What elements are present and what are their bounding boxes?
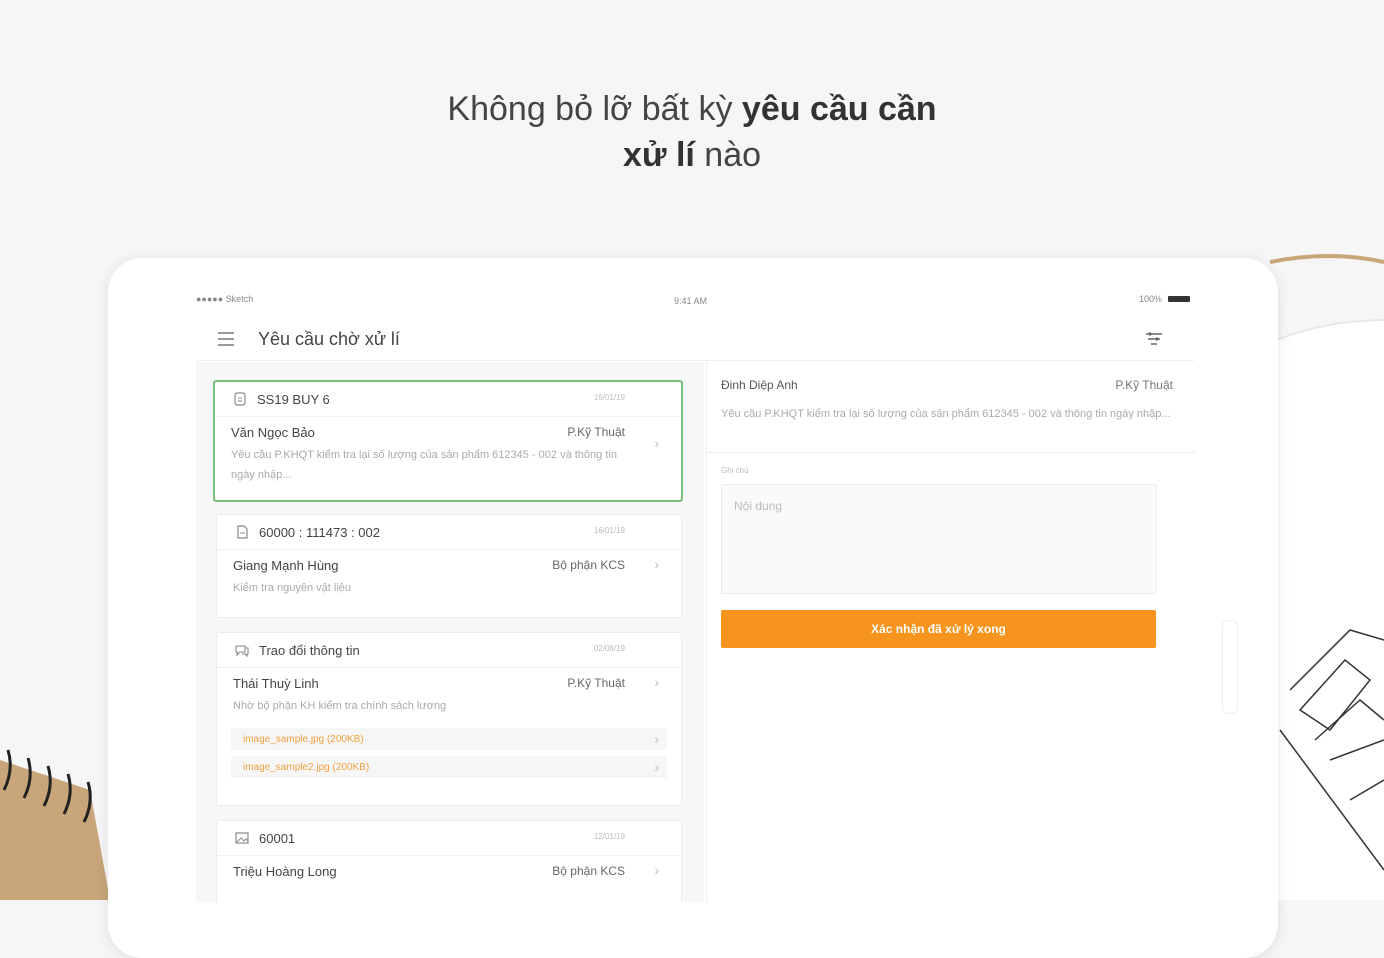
request-description: Yêu cầu P.KHQT kiểm tra lại số lượng của…	[231, 449, 617, 481]
divider	[707, 452, 1195, 453]
file-icon	[237, 525, 248, 539]
request-description: Nhờ bộ phận KH kiểm tra chính sách lương	[233, 700, 447, 712]
attachment-item[interactable]: image_sample.jpg (200KB) ›	[231, 728, 667, 750]
headline-bold: xử lí	[622, 136, 695, 174]
request-code: 60000 : 111473 : 002	[259, 525, 380, 540]
request-detail: Đinh Diệp Anh P.Kỹ Thuật Yêu cầu P.KHQT …	[706, 362, 1195, 902]
chevron-right-icon: ›	[654, 862, 659, 878]
headline-bold: yêu cầu cần	[741, 90, 937, 128]
battery-status: 100%	[1139, 294, 1190, 304]
battery-percent: 100%	[1138, 294, 1162, 304]
card-header: Trao đổi thông tin 02/08/19	[217, 633, 681, 668]
request-card[interactable]: Trao đổi thông tin 02/08/19 Thái Thuỳ Li…	[216, 632, 682, 806]
headline: Không bỏ lỡ bất kỳ yêu cầu cần xử lí nào	[0, 86, 1384, 178]
image-icon	[235, 832, 249, 844]
chevron-right-icon: ›	[654, 556, 659, 572]
document-icon	[234, 392, 246, 406]
card-row: Văn Ngọc Bảo P.Kỹ Thuật ›	[215, 417, 681, 451]
department: Bộ phận KCS	[552, 558, 625, 572]
chevron-right-icon: ›	[654, 435, 659, 451]
battery-icon	[1168, 296, 1190, 302]
note-placeholder: Nội dung	[734, 499, 783, 513]
detail-requester-name: Đinh Diệp Anh	[721, 378, 798, 392]
chat-icon	[235, 645, 249, 657]
carrier-label: ●●●●● Sketch	[196, 294, 254, 304]
request-date: 16/01/19	[593, 393, 625, 402]
request-list[interactable]: SS19 BUY 6 16/01/19 Văn Ngọc Bảo P.Kỹ Th…	[196, 362, 704, 902]
attachment-name: image_sample.jpg (200KB)	[243, 734, 364, 745]
note-label: Ghi chú	[721, 466, 749, 475]
confirm-button[interactable]: Xác nhận đã xử lý xong	[721, 610, 1156, 648]
clock: 9:41 AM	[674, 296, 708, 306]
detail-department: P.Kỹ Thuật	[1115, 378, 1173, 392]
attachment-name: image_sample2.jpg (200KB)	[243, 762, 370, 773]
requester-name: Văn Ngọc Bảo	[231, 425, 315, 440]
card-row: Thái Thuỳ Linh P.Kỹ Thuật ›	[217, 668, 681, 696]
request-date: 12/01/19	[593, 832, 625, 841]
requester-name: Thái Thuỳ Linh	[233, 676, 319, 691]
headline-text: Không bỏ lỡ bất kỳ	[447, 90, 742, 128]
status-bar: ●●●●● Sketch 9:41 AM 100%	[196, 292, 1190, 306]
request-card[interactable]: 60000 : 111473 : 002 16/01/19 Giang Mạnh…	[216, 514, 682, 618]
card-header: SS19 BUY 6 16/01/19	[215, 382, 681, 417]
chevron-right-icon: ›	[654, 759, 659, 775]
request-code: 60001	[259, 831, 296, 846]
department: P.Kỹ Thuật	[567, 676, 625, 690]
request-card[interactable]: 60001 12/01/19 Triệu Hoàng Long Bộ phận …	[216, 820, 682, 902]
chevron-right-icon: ›	[654, 731, 659, 747]
card-row: Triệu Hoàng Long Bộ phận KCS ›	[217, 856, 681, 884]
detail-description: Yêu cầu P.KHQT kiểm tra lại số lượng của…	[721, 408, 1171, 420]
app-bar: Yêu cầu chờ xử lí	[196, 320, 1194, 361]
department: P.Kỹ Thuật	[567, 425, 625, 439]
card-header: 60000 : 111473 : 002 16/01/19	[217, 515, 681, 550]
request-code: SS19 BUY 6	[257, 392, 330, 407]
request-code: Trao đổi thông tin	[259, 643, 360, 658]
request-description: Kiểm tra nguyên vật liệu	[233, 582, 352, 594]
department: Bộ phận KCS	[552, 864, 625, 878]
note-input[interactable]: Nội dung	[721, 484, 1157, 594]
request-date: 02/08/19	[593, 644, 625, 653]
chevron-right-icon: ›	[654, 674, 659, 690]
card-row: Giang Mạnh Hùng Bộ phận KCS ›	[217, 550, 681, 578]
attachment-item[interactable]: image_sample2.jpg (200KB) ›	[231, 756, 667, 778]
page-title: Yêu cầu chờ xử lí	[258, 329, 400, 349]
requester-name: Triệu Hoàng Long	[233, 864, 337, 879]
headline-text: nào	[694, 136, 762, 174]
filter-icon[interactable]	[1144, 330, 1164, 348]
hamburger-menu-icon[interactable]	[218, 332, 234, 346]
request-date: 16/01/19	[593, 526, 625, 535]
requester-name: Giang Mạnh Hùng	[233, 558, 339, 573]
card-header: 60001 12/01/19	[217, 821, 681, 856]
tablet-side-button	[1222, 620, 1238, 714]
request-card[interactable]: SS19 BUY 6 16/01/19 Văn Ngọc Bảo P.Kỹ Th…	[213, 380, 683, 502]
